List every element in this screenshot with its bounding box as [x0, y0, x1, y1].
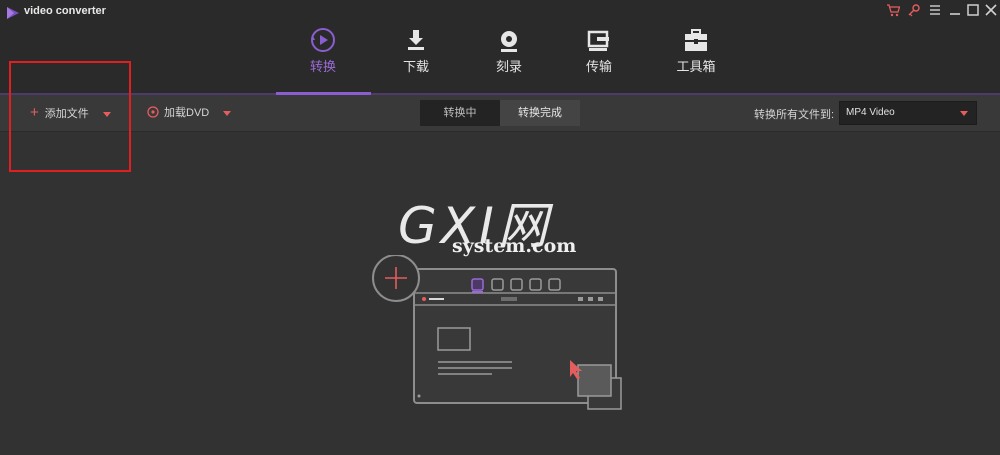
tab-download[interactable]: 下载 [371, 22, 461, 94]
tab-transfer-label: 传输 [585, 59, 612, 74]
maximize-icon[interactable] [966, 3, 980, 21]
load-dvd-button[interactable]: 加载DVD [147, 95, 232, 131]
top-navigation-bar: video converter 转换 下载 刻录 传输 工具箱 [0, 0, 1000, 95]
close-icon[interactable] [984, 3, 998, 21]
chevron-down-icon [960, 111, 968, 116]
menu-icon[interactable] [928, 3, 942, 21]
dvd-icon [147, 106, 159, 118]
load-dvd-label: 加载DVD [164, 107, 210, 119]
tab-toolbox-label: 工具箱 [676, 59, 716, 74]
tab-convert[interactable]: 转换 [278, 22, 368, 94]
tab-toolbox[interactable]: 工具箱 [651, 22, 741, 94]
output-format-value: MP4 Video [846, 107, 895, 118]
burn-icon [501, 31, 517, 52]
tab-converted[interactable]: 转换完成 [500, 100, 580, 126]
tab-transfer[interactable]: 传输 [554, 22, 644, 94]
transfer-icon [587, 30, 609, 51]
download-icon [408, 30, 424, 50]
watermark-url: system.com [452, 235, 577, 257]
toolbox-icon [685, 29, 707, 51]
convert-all-label: 转换所有文件到: [754, 109, 835, 121]
tab-burn-label: 刻录 [495, 59, 522, 74]
key-icon[interactable] [907, 3, 921, 21]
minimize-icon[interactable] [948, 3, 962, 21]
highlight-box [9, 61, 131, 172]
app-logo-icon [7, 7, 19, 19]
tab-burn[interactable]: 刻录 [464, 22, 554, 94]
cart-icon[interactable] [886, 3, 901, 21]
tab-converting[interactable]: 转换中 [420, 100, 500, 126]
convert-icon [311, 28, 335, 52]
add-file-illustration[interactable] [370, 255, 630, 415]
tab-download-label: 下载 [402, 59, 429, 74]
tab-convert-label: 转换 [309, 59, 336, 74]
chevron-down-icon[interactable] [223, 110, 232, 116]
output-format-select[interactable]: MP4 Video [839, 101, 977, 125]
app-title: video converter [24, 5, 106, 17]
